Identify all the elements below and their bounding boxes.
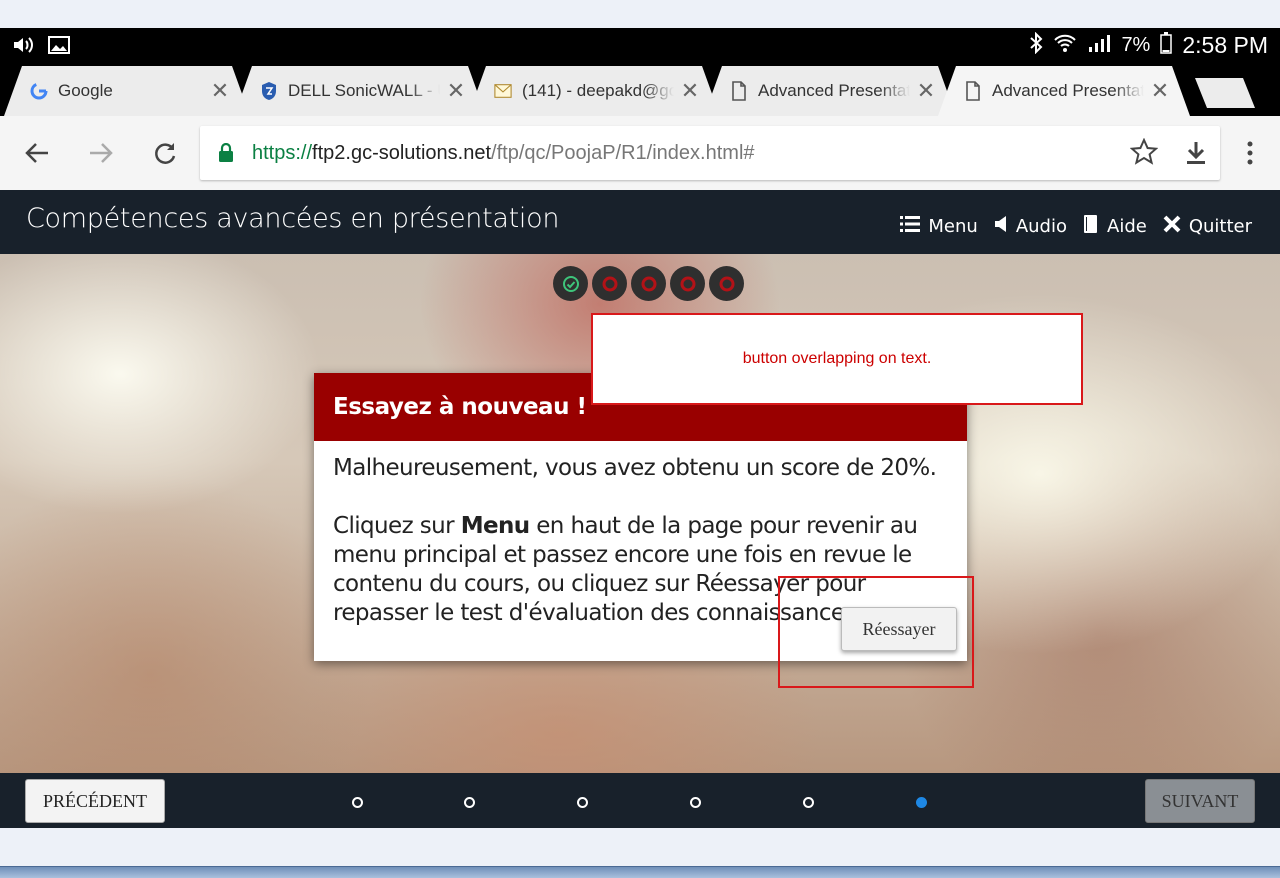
score-text: Malheureusement, vous avez obtenu un sco… bbox=[333, 455, 937, 481]
reload-icon[interactable] bbox=[150, 138, 180, 168]
failed-circle-icon bbox=[719, 276, 734, 291]
mail-icon bbox=[494, 82, 512, 100]
progress-step-failed bbox=[670, 266, 705, 301]
check-circle-icon bbox=[562, 275, 579, 292]
page-dot[interactable] bbox=[464, 797, 475, 808]
url-path: /ftp/qc/PoojaP/R1/index.html# bbox=[491, 141, 755, 164]
course-stage: button overlapping on text. Essayez à no… bbox=[0, 254, 1280, 773]
close-tab-icon[interactable]: ✕ bbox=[910, 78, 942, 104]
next-button[interactable]: SUIVANT bbox=[1145, 779, 1255, 823]
close-tab-icon[interactable]: ✕ bbox=[440, 78, 472, 104]
battery-percent: 7% bbox=[1121, 34, 1151, 56]
course-footer: PRÉCÉDENT SUIVANT bbox=[0, 773, 1280, 828]
wifi-icon bbox=[1053, 32, 1077, 59]
course-nav: Menu Audio Aide Quitter bbox=[900, 214, 1252, 239]
browser-toolbar: https://ftp2.gc-solutions.net/ftp/qc/Poo… bbox=[0, 116, 1280, 190]
tab-presentation-active[interactable]: Advanced Presentat ✕ bbox=[938, 66, 1190, 116]
page-dot[interactable] bbox=[803, 797, 814, 808]
download-icon[interactable] bbox=[1181, 138, 1211, 168]
signal-icon bbox=[1087, 33, 1111, 58]
tab-google[interactable]: Google ✕ bbox=[4, 66, 250, 116]
previous-button[interactable]: PRÉCÉDENT bbox=[25, 779, 165, 823]
list-icon bbox=[900, 215, 921, 238]
lock-icon bbox=[218, 143, 234, 163]
tab-mail[interactable]: (141) - deepakd@gc ✕ bbox=[468, 66, 720, 116]
shield-icon bbox=[260, 82, 278, 100]
page-icon bbox=[730, 82, 748, 100]
page-dot[interactable] bbox=[577, 797, 588, 808]
overflow-menu-icon[interactable] bbox=[1235, 138, 1265, 168]
progress-step-failed bbox=[631, 266, 666, 301]
status-bar: 7% 2:58 PM bbox=[0, 28, 1280, 64]
page-dot[interactable] bbox=[690, 797, 701, 808]
progress-step-failed bbox=[709, 266, 744, 301]
tab-sonicwall[interactable]: DELL SonicWALL - U ✕ bbox=[234, 66, 486, 116]
back-arrow-icon[interactable] bbox=[22, 138, 52, 168]
volume-icon bbox=[12, 36, 34, 58]
url-scheme: https:// bbox=[252, 141, 313, 164]
menu-keyword: Menu bbox=[460, 513, 530, 539]
url-host: ftp2.gc-solutions.net bbox=[312, 141, 492, 164]
tab-presentation-1[interactable]: Advanced Presentat ✕ bbox=[704, 66, 956, 116]
close-x-icon bbox=[1163, 215, 1181, 238]
image-icon bbox=[48, 36, 70, 58]
failed-circle-icon bbox=[641, 276, 656, 291]
course-title: Compétences avancées en présentation bbox=[26, 203, 560, 234]
speaker-icon bbox=[994, 215, 1008, 238]
clock: 2:58 PM bbox=[1182, 32, 1268, 58]
progress-step-failed bbox=[592, 266, 627, 301]
battery-icon bbox=[1160, 32, 1173, 59]
menu-button[interactable]: Menu bbox=[900, 215, 978, 238]
google-g-icon bbox=[30, 82, 48, 100]
page-dot[interactable] bbox=[352, 797, 363, 808]
page-icon bbox=[964, 82, 982, 100]
failed-circle-icon bbox=[680, 276, 695, 291]
address-bar[interactable]: https://ftp2.gc-solutions.net/ftp/qc/Poo… bbox=[200, 126, 1220, 180]
page-dot-current[interactable] bbox=[916, 797, 927, 808]
help-button[interactable]: Aide bbox=[1083, 214, 1147, 239]
bluetooth-icon bbox=[1029, 31, 1043, 59]
close-tab-icon[interactable]: ✕ bbox=[674, 78, 706, 104]
taskbar-strip bbox=[0, 866, 1280, 878]
book-icon bbox=[1083, 214, 1099, 239]
quiz-progress bbox=[553, 266, 744, 301]
forward-arrow-icon[interactable] bbox=[86, 138, 116, 168]
close-tab-icon[interactable]: ✕ bbox=[1144, 78, 1176, 104]
quit-button[interactable]: Quitter bbox=[1163, 215, 1252, 238]
tab-strip: Google ✕ DELL SonicWALL - U ✕ (141) - de… bbox=[0, 64, 1280, 116]
course-header: Compétences avancées en présentation Men… bbox=[0, 190, 1280, 254]
new-tab-button[interactable] bbox=[1195, 78, 1255, 108]
annotation-highlight-box bbox=[778, 576, 974, 688]
failed-circle-icon bbox=[602, 276, 617, 291]
close-tab-icon[interactable]: ✕ bbox=[204, 78, 236, 104]
audio-button[interactable]: Audio bbox=[994, 215, 1067, 238]
annotation-note: button overlapping on text. bbox=[591, 313, 1083, 405]
progress-step-done bbox=[553, 266, 588, 301]
bookmark-star-icon[interactable] bbox=[1129, 137, 1159, 172]
